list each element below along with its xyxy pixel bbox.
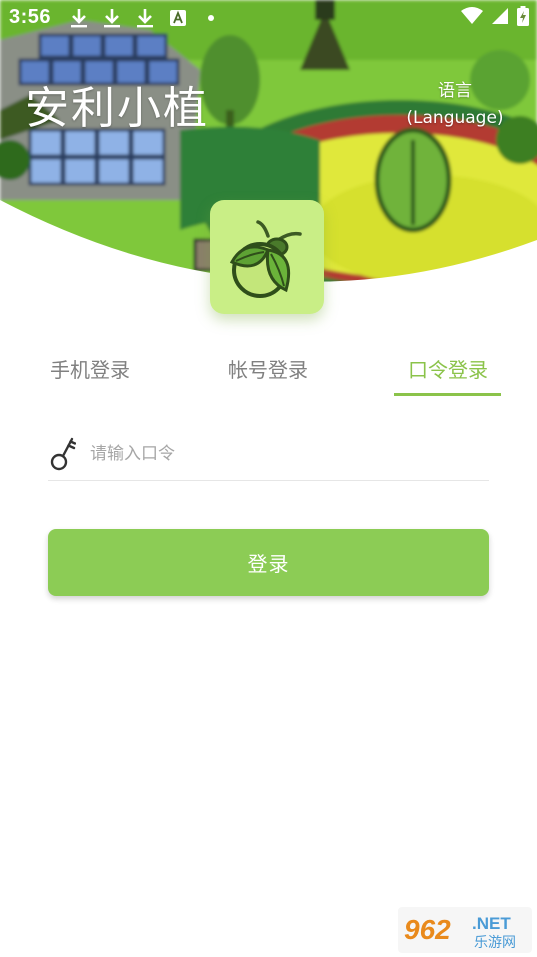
system-icons — [461, 6, 529, 30]
wifi-icon — [461, 7, 483, 29]
watermark-sub: 乐游网 — [474, 935, 516, 951]
status-time: 3:56 — [9, 6, 52, 28]
signal-icon — [491, 7, 509, 29]
language-label-en: (Language) — [406, 108, 504, 128]
site-watermark: 962 .NET 乐游网 — [398, 907, 532, 953]
language-label: 语言 — [438, 81, 472, 101]
watermark-brand: 962 — [404, 914, 451, 945]
download-icon — [101, 8, 123, 28]
language-switch[interactable]: 语言 (Language) — [404, 78, 506, 132]
code-input[interactable] — [90, 434, 470, 474]
dot-icon — [200, 8, 222, 28]
tab-account-login[interactable]: 帐号登录 — [214, 350, 322, 396]
login-button[interactable]: 登录 — [48, 529, 489, 596]
download-icon — [68, 8, 90, 28]
key-icon — [50, 436, 78, 472]
tab-code-login[interactable]: 口令登录 — [394, 350, 502, 396]
tab-phone-login[interactable]: 手机登录 — [36, 350, 144, 396]
battery-charging-icon — [517, 6, 529, 30]
ladybug-leaf-icon — [229, 220, 302, 298]
code-field-row — [48, 428, 489, 481]
app-title: 安利小植 — [25, 83, 209, 134]
download-icon — [134, 8, 156, 28]
status-bar: 3:56 — [0, 0, 537, 36]
active-tab-indicator — [394, 393, 501, 396]
watermark-suffix: .NET — [472, 914, 511, 933]
notification-icons — [68, 8, 222, 28]
app-logo — [210, 200, 324, 314]
font-icon — [167, 8, 189, 28]
